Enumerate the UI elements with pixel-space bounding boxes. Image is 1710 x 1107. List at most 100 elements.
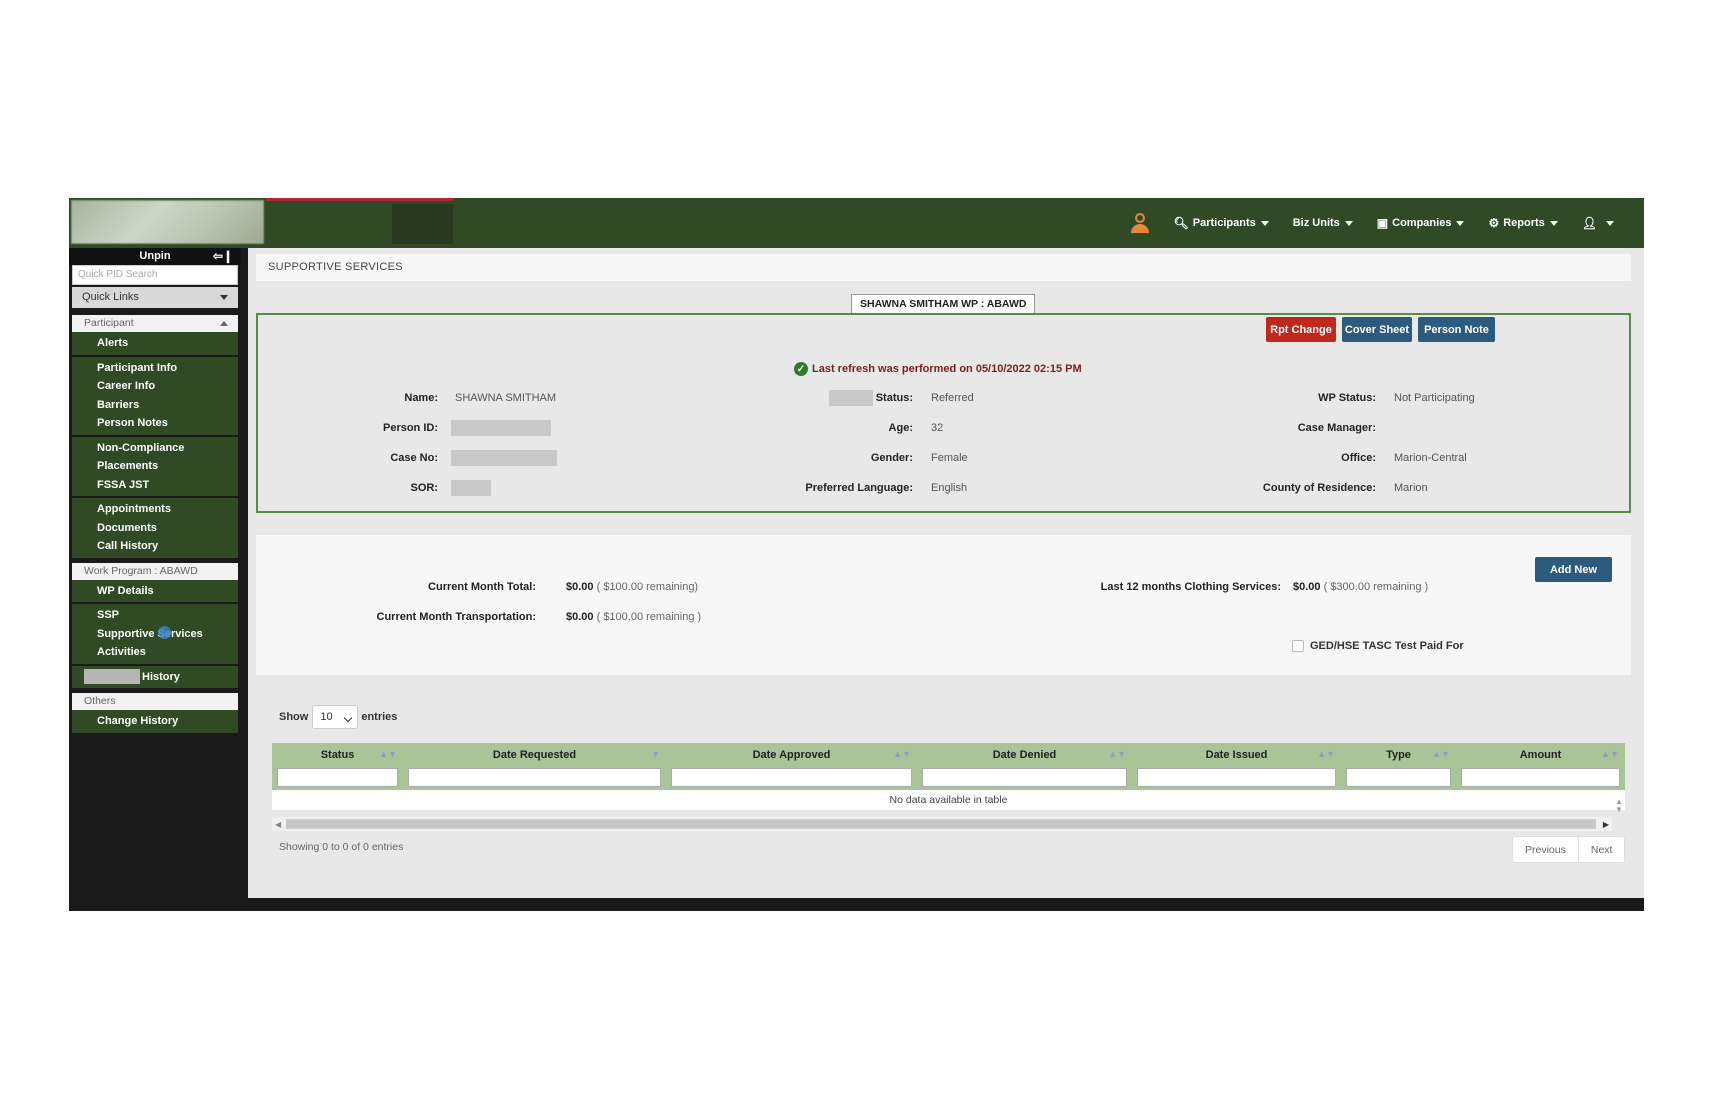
column-label: Date Approved — [752, 748, 831, 761]
transport-value: $0.00 ( $100.00 remaining ) — [566, 611, 701, 623]
add-new-button[interactable]: Add New — [1535, 557, 1612, 582]
rpt-change-button[interactable]: Rpt Change — [1266, 317, 1336, 342]
entries-per-page-select[interactable]: 10 — [312, 705, 359, 729]
column-header-date-issued[interactable]: Date Issued ▲▼ — [1132, 743, 1341, 766]
sort-icon: ▲▼ — [1108, 749, 1126, 759]
chevron-down-icon — [1456, 220, 1465, 226]
sidebar-item-activities[interactable]: Activities — [72, 643, 238, 662]
sidebar-item-non-compliance[interactable]: Non-Compliance — [72, 439, 238, 458]
nav-reports-label: Reports — [1503, 217, 1545, 229]
main-content: SUPPORTIVE SERVICES SHAWNA SMITHAM WP : … — [248, 248, 1644, 898]
status-value: Referred — [931, 392, 974, 404]
status-label: Status: — [875, 392, 913, 404]
next-page-button[interactable]: Next — [1577, 837, 1625, 862]
ged-paid-label: GED/HSE TASC Test Paid For — [1310, 640, 1464, 652]
filter-date-issued-input[interactable] — [1137, 768, 1336, 787]
nav-participants[interactable]: 🔍︎ Participants — [1162, 198, 1281, 248]
nav-user-menu[interactable]: 👤︎ — [1570, 198, 1626, 248]
nav-menu: 🔍︎ Participants Biz Units ▣ Companies ⚙ … — [1118, 198, 1626, 248]
sidebar-item-ssp[interactable]: SSP — [72, 606, 238, 625]
quick-pid-search-input[interactable]: Quick PID Search — [72, 265, 238, 285]
chevron-up-icon — [220, 321, 228, 326]
sidebar-item-documents[interactable]: Documents — [72, 519, 238, 538]
unpin-bar[interactable]: Unpin ⇦❙ — [69, 248, 241, 265]
column-header-date-requested[interactable]: Date Requested ▼ — [403, 743, 666, 766]
sidebar-item-participant-info[interactable]: Participant Info — [72, 359, 238, 378]
person-note-button[interactable]: Person Note — [1418, 317, 1495, 342]
sidebar-item-person-notes[interactable]: Person Notes — [72, 414, 238, 433]
notifications-person-button[interactable] — [1118, 198, 1162, 248]
participant-name-tab: SHAWNA SMITHAM WP : ABAWD — [851, 294, 1036, 314]
horizontal-scrollbar[interactable]: ◀ ▶ — [272, 817, 1612, 831]
sidebar-item-call-history[interactable]: Call History — [72, 537, 238, 556]
sidebar-item-fssa-jst[interactable]: FSSA JST — [72, 476, 238, 495]
filter-amount-input[interactable] — [1461, 768, 1620, 787]
ged-paid-checkbox[interactable] — [1292, 640, 1304, 652]
show-entries: Show 10 entries — [279, 705, 397, 729]
nav-companies[interactable]: ▣ Companies — [1365, 198, 1477, 248]
participant-section-header[interactable]: Participant — [72, 315, 238, 332]
nav-biz-units[interactable]: Biz Units — [1281, 198, 1365, 248]
office-label: Office: — [1341, 452, 1376, 464]
sort-icon: ▲▼ — [1432, 749, 1450, 759]
scrollbar-thumb[interactable] — [286, 819, 1596, 829]
logo[interactable] — [71, 200, 264, 244]
page-title: SUPPORTIVE SERVICES — [256, 254, 1631, 281]
filter-type-input[interactable] — [1346, 768, 1451, 787]
user-icon: 👤︎ — [1581, 216, 1597, 230]
menu-group-others: Change History — [72, 710, 238, 735]
sor-redacted — [451, 480, 491, 496]
month-total-remaining: ( $100.00 remaining) — [596, 581, 699, 593]
others-section-header[interactable]: Others — [72, 693, 238, 710]
sidebar-item-wp-details[interactable]: WP Details — [72, 582, 238, 601]
refresh-status: ✓ Last refresh was performed on 05/10/20… — [794, 362, 1082, 376]
sort-icon: ▲▼ — [893, 749, 911, 759]
sidebar-item-career-info[interactable]: Career Info — [72, 377, 238, 396]
sidebar-item-alerts[interactable]: Alerts — [72, 334, 238, 353]
sidebar-item-supportive-services[interactable]: Supportive Services — [72, 625, 238, 644]
nav-reports[interactable]: ⚙ Reports — [1476, 198, 1569, 248]
scroll-left-icon[interactable]: ◀ — [275, 820, 281, 829]
clothing-value: $0.00 ( $300.00 remaining ) — [1293, 581, 1428, 593]
column-header-amount[interactable]: Amount ▲▼ — [1456, 743, 1625, 766]
cover-sheet-button[interactable]: Cover Sheet — [1342, 317, 1412, 342]
sidebar-item-placements[interactable]: Placements — [72, 457, 238, 476]
column-header-type[interactable]: Type ▲▼ — [1341, 743, 1456, 766]
case-manager-label: Case Manager: — [1297, 422, 1376, 434]
filter-status-input[interactable] — [277, 768, 398, 787]
nav-companies-label: Companies — [1392, 217, 1452, 229]
filter-row — [272, 766, 1625, 790]
scroll-right-icon[interactable]: ▶ — [1603, 820, 1609, 829]
column-header-date-approved[interactable]: Date Approved ▲▼ — [666, 743, 917, 766]
previous-page-button[interactable]: Previous — [1513, 837, 1578, 862]
sidebar-item-history[interactable]: History — [72, 668, 238, 687]
history-label: History — [142, 670, 180, 683]
work-program-section-header[interactable]: Work Program : ABAWD — [72, 562, 238, 580]
pin-icon[interactable]: ⇦❙ — [213, 248, 233, 265]
column-header-status[interactable]: Status ▲▼ — [272, 743, 403, 766]
column-label: Type — [1386, 748, 1411, 761]
pagination: Previous Next — [1512, 836, 1626, 863]
table-info: Showing 0 to 0 of 0 entries — [279, 841, 404, 853]
filter-date-requested-input[interactable] — [408, 768, 661, 787]
supportive-services-label: Supportive Services — [97, 627, 203, 640]
check-circle-icon: ✓ — [794, 362, 808, 376]
name-value: SHAWNA SMITHAM — [455, 392, 557, 404]
clothing-label: Last 12 months Clothing Services: — [1100, 581, 1281, 593]
county-label: County of Residence: — [1262, 482, 1376, 494]
person-id-label: Person ID: — [382, 422, 438, 434]
menu-group-history: History — [72, 665, 238, 690]
clothing-amount: $0.00 — [1293, 581, 1321, 593]
sidebar-item-appointments[interactable]: Appointments — [72, 500, 238, 519]
sidebar-item-change-history[interactable]: Change History — [72, 712, 238, 731]
filter-date-approved-input[interactable] — [671, 768, 912, 787]
sidebar-item-barriers[interactable]: Barriers — [72, 396, 238, 415]
age-label: Age: — [888, 422, 913, 434]
quick-links-dropdown[interactable]: Quick Links — [72, 287, 238, 308]
participant-info-panel: Rpt Change Cover Sheet Person Note ✓ Las… — [256, 313, 1631, 513]
column-header-date-denied[interactable]: Date Denied ▲▼ — [917, 743, 1132, 766]
unpin-label: Unpin — [139, 250, 171, 262]
vertical-scroll-arrows[interactable]: ▲ ▼ — [1615, 798, 1623, 814]
filter-date-denied-input[interactable] — [922, 768, 1127, 787]
menu-group-appointments: Appointments Documents Call History — [72, 498, 238, 560]
